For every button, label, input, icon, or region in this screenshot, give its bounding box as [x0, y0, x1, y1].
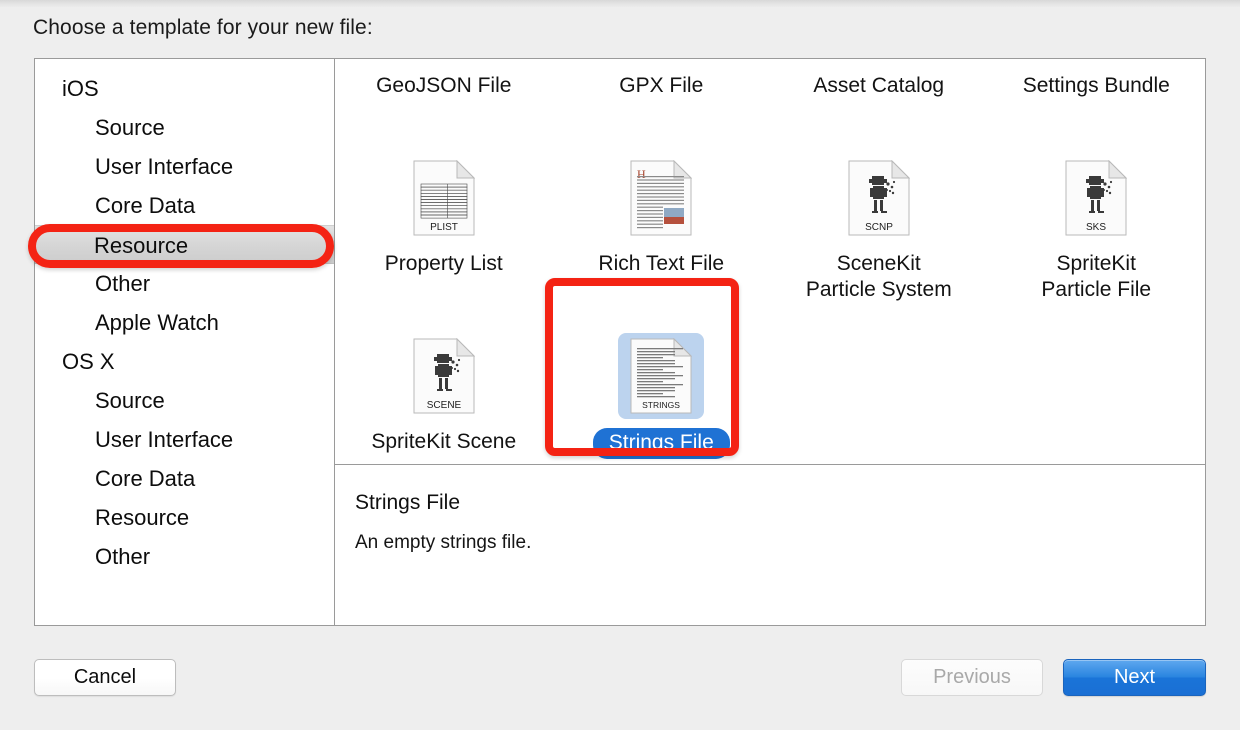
document-glyph: SCNP: [848, 160, 910, 236]
template-tile-label: Strings File: [592, 428, 730, 459]
sidebar-item-core-data[interactable]: Core Data: [35, 459, 334, 498]
document-glyph: STRINGS: [630, 338, 693, 414]
page-title: Choose a template for your new file:: [33, 16, 373, 39]
document-scnp-icon: SCNP: [836, 155, 922, 241]
sidebar-item-ios[interactable]: iOS: [35, 69, 334, 108]
template-tile-label: Rich Text File: [598, 252, 725, 275]
template-chooser-box: iOS Source User Interface Core Data Resource…: [34, 58, 1206, 626]
template-tile-settings-bundle[interactable]: Settings Bundle: [988, 59, 1206, 147]
template-tile-gpx-file[interactable]: GPX File: [553, 59, 771, 147]
document-glyph: H: [630, 160, 693, 236]
sidebar-item-user-interface[interactable]: User Interface: [35, 147, 334, 186]
template-tile-scenekit-particle-system[interactable]: SCNP SceneKit Particle System: [770, 147, 988, 325]
sidebar-item-other[interactable]: Other: [35, 264, 334, 303]
svg-text:SCNP: SCNP: [865, 222, 893, 233]
document-rtf-icon: H: [618, 155, 704, 241]
svg-text:PLIST: PLIST: [430, 222, 458, 233]
template-right-pane: GeoJSON File GPX File Asset Catalog Setting…: [335, 59, 1205, 625]
template-tile-label: GeoJSON File: [376, 74, 512, 97]
sidebar-item-user-interface[interactable]: User Interface: [35, 420, 334, 459]
document-scene-icon: SCENE: [401, 333, 487, 419]
template-description-pane: Strings File An empty strings file.: [335, 464, 1205, 625]
document-glyph: PLIST: [413, 160, 475, 236]
asset-catalog-icon: [836, 59, 922, 63]
template-tile-label: SpriteKit Particle File: [1041, 252, 1152, 301]
next-button[interactable]: Next: [1063, 659, 1206, 696]
category-sidebar[interactable]: iOS Source User Interface Core Data Resource…: [35, 59, 335, 625]
svg-text:SCENE: SCENE: [427, 400, 462, 411]
document-plist-icon: PLIST: [401, 155, 487, 241]
previous-button[interactable]: Previous: [901, 659, 1043, 696]
template-tile-label: Settings Bundle: [1022, 74, 1170, 97]
template-grid-scroll[interactable]: GeoJSON File GPX File Asset Catalog Setting…: [335, 59, 1205, 464]
document-geojson-icon: [401, 59, 487, 63]
template-grid: GeoJSON File GPX File Asset Catalog Setting…: [335, 59, 1205, 464]
cancel-button[interactable]: Cancel: [34, 659, 176, 696]
sidebar-item-source[interactable]: Source: [35, 108, 334, 147]
template-tile-rich-text-file[interactable]: H Rich Text File: [553, 147, 771, 325]
document-strings-icon: STRINGS: [618, 333, 705, 419]
svg-text:STRINGS: STRINGS: [642, 400, 680, 410]
template-tile-geojson-file[interactable]: GeoJSON File: [335, 59, 553, 147]
sidebar-item-os-x[interactable]: OS X: [35, 342, 334, 381]
document-gpx-icon: [618, 59, 704, 63]
description-title: Strings File: [355, 491, 461, 514]
sidebar-item-resource[interactable]: Resource: [35, 225, 334, 264]
description-body: An empty strings file.: [355, 532, 532, 553]
document-glyph: SCENE: [413, 338, 475, 414]
sidebar-item-apple-watch[interactable]: Apple Watch: [35, 303, 334, 342]
svg-text:H: H: [637, 167, 646, 181]
template-tile-label: GPX File: [619, 74, 704, 97]
template-tile-property-list[interactable]: PLIST Property List: [335, 147, 553, 325]
template-tile-label: SceneKit Particle System: [805, 252, 952, 301]
template-tile-label: Property List: [384, 252, 503, 275]
template-tile-spritekit-particle-file[interactable]: SKS SpriteKit Particle File: [988, 147, 1206, 325]
template-tile-strings-file[interactable]: STRINGS Strings File: [553, 325, 771, 464]
sidebar-item-other[interactable]: Other: [35, 537, 334, 576]
window-top-strip: [0, 0, 1240, 7]
settings-bundle-icon: [1053, 59, 1139, 63]
document-glyph: SKS: [1065, 160, 1128, 236]
sidebar-item-resource[interactable]: Resource: [35, 498, 334, 537]
document-sks-icon: SKS: [1053, 155, 1139, 241]
template-tile-label: SpriteKit Scene: [371, 430, 517, 453]
template-tile-spritekit-scene[interactable]: SCENE SpriteKit Scene: [335, 325, 553, 464]
template-tile-asset-catalog[interactable]: Asset Catalog: [770, 59, 988, 147]
sidebar-item-core-data[interactable]: Core Data: [35, 186, 334, 225]
sidebar-item-source[interactable]: Source: [35, 381, 334, 420]
template-tile-label: Asset Catalog: [813, 74, 945, 97]
svg-text:SKS: SKS: [1086, 222, 1106, 233]
